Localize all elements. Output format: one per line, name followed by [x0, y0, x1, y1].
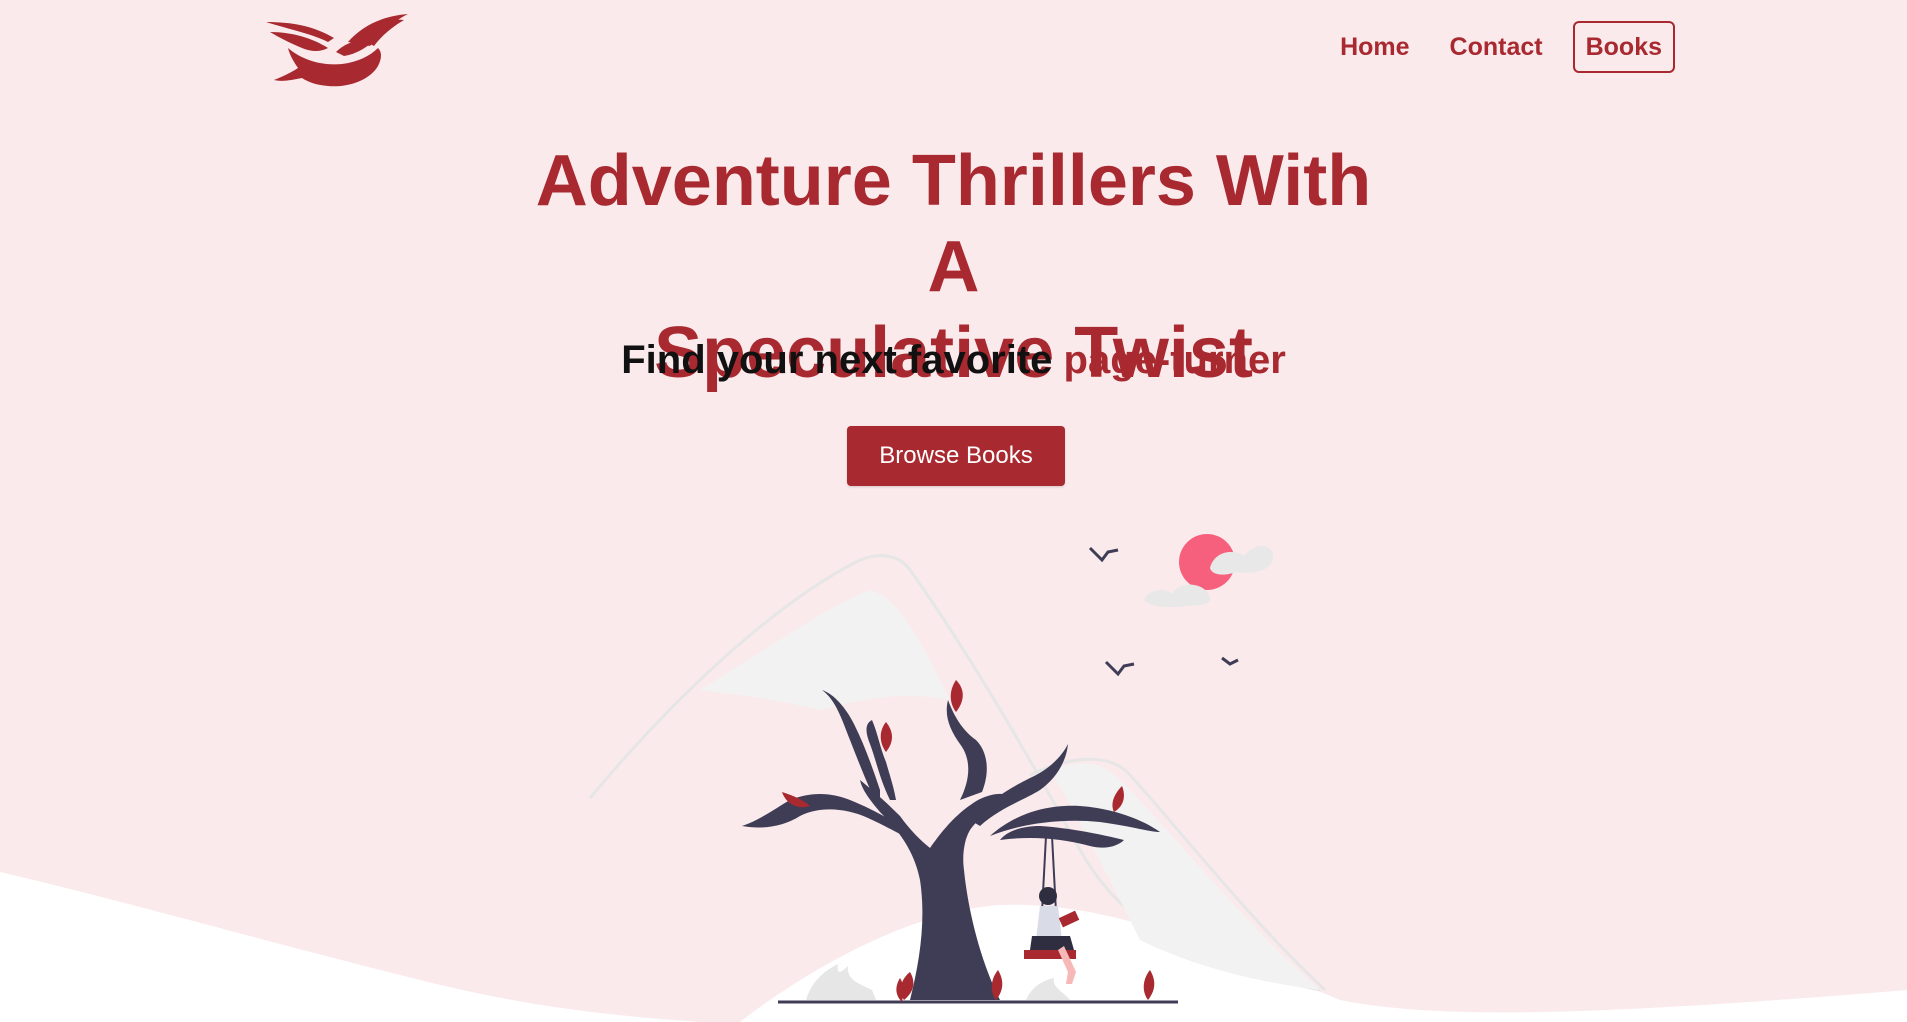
landing-page: Home Contact Books Adventure Thrillers W…: [0, 0, 1907, 1022]
nav-home-link[interactable]: Home: [1328, 21, 1421, 73]
tree-branch-shape: [946, 700, 987, 800]
person-skirt-shape: [1030, 936, 1074, 950]
leaf-shape: [880, 722, 892, 752]
nav-contact-link[interactable]: Contact: [1438, 21, 1555, 73]
bird-shape: [1104, 660, 1135, 677]
bird-shape: [1221, 656, 1239, 666]
reading-on-swing-illustration: [0, 534, 1907, 1022]
bird-logo-icon[interactable]: [262, 12, 410, 88]
hero-subtitle-prefix: Find your next favorite: [621, 338, 1064, 382]
browse-books-button[interactable]: Browse Books: [847, 426, 1065, 486]
person-body-shape: [1036, 906, 1062, 940]
nav-books-link[interactable]: Books: [1572, 21, 1675, 73]
hero-subtitle-accent: page-turner: [1063, 338, 1286, 382]
hero-subtitle: Find your next favorite page-turner: [0, 336, 1907, 384]
bird-shape: [1088, 546, 1119, 563]
main-nav: Home Contact Books: [1312, 21, 1675, 73]
leaf-shape: [950, 680, 963, 712]
cloud-left-shape: [1144, 584, 1211, 608]
white-hill-shape: [740, 904, 1907, 1022]
person-head-shape: [1039, 887, 1057, 905]
white-wave-shape: [0, 872, 700, 1022]
hero-title-line-1: Adventure Thrillers With A: [535, 141, 1372, 307]
